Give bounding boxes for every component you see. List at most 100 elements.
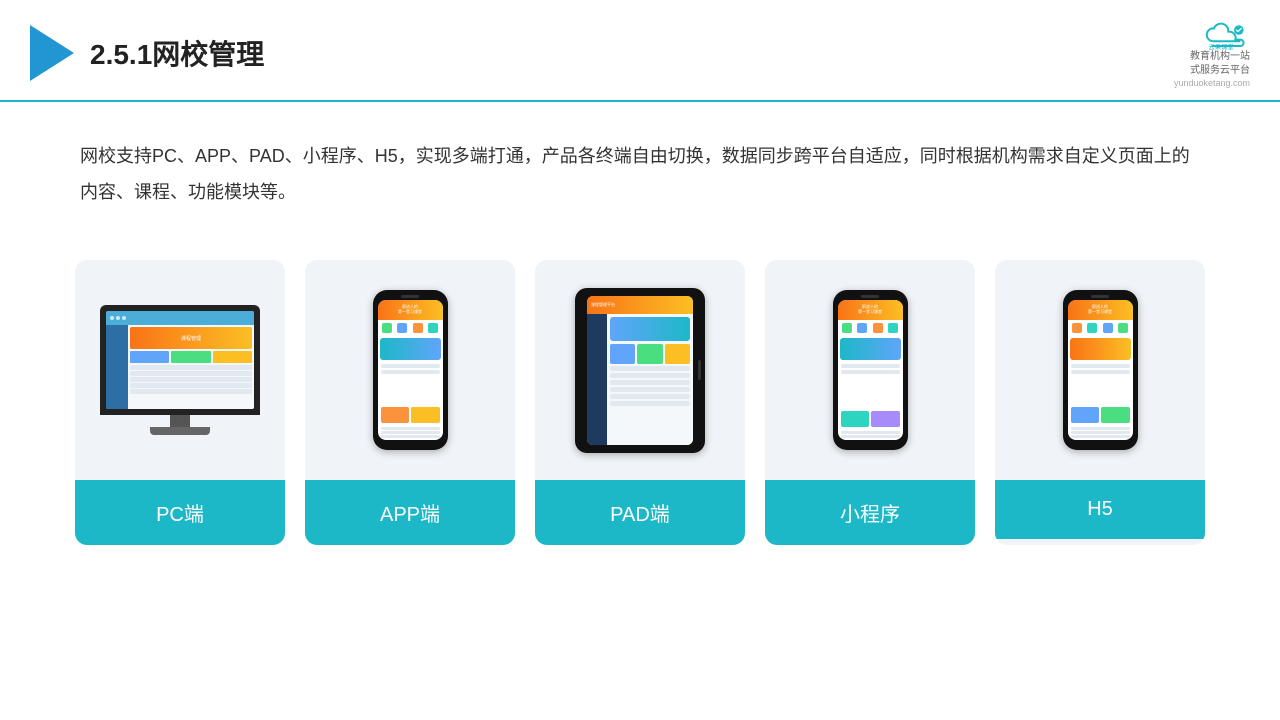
miniprogram-icons-row [838, 320, 903, 336]
mini-text-row-1 [841, 364, 900, 368]
pc-row-4 [130, 383, 252, 388]
tablet-screen: 课程管理平台 [587, 296, 693, 445]
tablet-rows [610, 366, 690, 406]
tablet-grid-1 [610, 344, 635, 364]
pc-stand-base [150, 427, 210, 435]
h5-text-row-1 [1071, 364, 1130, 368]
tablet-row-6 [610, 401, 690, 406]
app-icon-3 [413, 323, 423, 333]
pc-card-green [171, 351, 210, 363]
card-pc: 课程管理 [75, 260, 285, 545]
card-pad: 课程管理平台 [535, 260, 745, 545]
h5-screen-header-text: 职进人的第一堂习课堂 [1087, 304, 1113, 316]
mini-bottom-row-1 [841, 431, 900, 434]
app-phone-cards [378, 405, 443, 425]
pc-main: 课程管理 [128, 325, 254, 409]
app-card-2 [411, 407, 440, 423]
tablet-grid [610, 344, 690, 364]
h5-phone-bottom [1068, 425, 1133, 440]
mini-icon-1 [842, 323, 852, 333]
tablet-grid-2 [637, 344, 662, 364]
pc-dot-2 [116, 316, 120, 320]
app-text-row-1 [381, 364, 440, 368]
app-icon-4 [428, 323, 438, 333]
pc-dot-3 [122, 316, 126, 320]
device-pc-mockup: 课程管理 [100, 305, 260, 435]
card-app-label: APP端 [305, 480, 515, 545]
brand-logo: 云朵课堂 教育机构一站 式服务云平台 yunduoketang.com [1174, 18, 1250, 88]
pc-row-3 [130, 377, 252, 382]
h5-icons-row [1068, 320, 1133, 336]
device-app-mockup: 职进人的第一堂习课堂 [373, 290, 448, 450]
h5-bottom-row-1 [1071, 427, 1130, 430]
pc-card-blue [130, 351, 169, 363]
pc-row-1 [130, 365, 252, 370]
logo-triangle-icon [30, 25, 74, 81]
device-tablet-mockup: 课程管理平台 [575, 288, 705, 453]
tablet-row-5 [610, 394, 690, 399]
card-h5-label: H5 [995, 480, 1205, 539]
app-card-1 [381, 407, 410, 423]
svg-text:云朵课堂: 云朵课堂 [1208, 42, 1234, 50]
tablet-body [587, 314, 693, 445]
tablet-main [607, 314, 693, 445]
card-h5: 职进人的第一堂习课堂 [995, 260, 1205, 545]
card-h5-image: 职进人的第一堂习课堂 [995, 260, 1205, 480]
mini-card-1 [841, 411, 870, 427]
h5-bottom-row-3 [1071, 435, 1130, 438]
miniprogram-header-text: 职进人的第一堂习课堂 [857, 304, 883, 316]
h5-bottom-row-2 [1071, 431, 1130, 434]
app-screen-header: 职进人的第一堂习课堂 [378, 300, 443, 320]
h5-text-row-2 [1071, 370, 1130, 374]
app-bottom-row-2 [381, 431, 440, 434]
h5-phone-screen: 职进人的第一堂习课堂 [1068, 300, 1133, 440]
app-screen-header-text: 职进人的第一堂习课堂 [397, 304, 423, 316]
tablet-header-text: 课程管理平台 [591, 302, 615, 308]
pc-screen: 课程管理 [106, 311, 254, 409]
brand-tagline: 教育机构一站 式服务云平台 [1190, 50, 1250, 78]
tablet-header: 课程管理平台 [587, 296, 693, 314]
h5-card-1 [1071, 407, 1100, 423]
h5-icon-4 [1118, 323, 1128, 333]
pc-sidebar [106, 325, 128, 409]
device-miniprogram-mockup: 职进人的第一堂习课堂 [833, 290, 908, 450]
brand-logo-icon: 云朵课堂 [1202, 18, 1250, 50]
app-bottom-row-1 [381, 427, 440, 430]
pc-screen-body: 课程管理 [106, 325, 254, 409]
card-app-image: 职进人的第一堂习课堂 [305, 260, 515, 480]
mini-icon-2 [857, 323, 867, 333]
card-pc-label: PC端 [75, 480, 285, 545]
card-miniprogram: 职进人的第一堂习课堂 [765, 260, 975, 545]
app-text-row-2 [381, 370, 440, 374]
app-banner2 [380, 338, 441, 360]
pc-stand-neck [170, 415, 190, 427]
tablet-row-3 [610, 380, 690, 385]
h5-screen-header: 职进人的第一堂习课堂 [1068, 300, 1133, 320]
tablet-banner [610, 317, 690, 341]
h5-icon-3 [1103, 323, 1113, 333]
h5-text-rows [1068, 362, 1133, 405]
pc-card-yellow [213, 351, 252, 363]
pc-monitor: 课程管理 [100, 305, 260, 415]
pc-banner-text: 课程管理 [181, 335, 201, 342]
pc-screen-header [106, 311, 254, 325]
miniprogram-phone-screen: 职进人的第一堂习课堂 [838, 300, 903, 440]
mini-bottom-row-2 [841, 435, 900, 438]
mini-icon-3 [873, 323, 883, 333]
device-h5-mockup: 职进人的第一堂习课堂 [1063, 290, 1138, 450]
tablet-grid-3 [665, 344, 690, 364]
page-title: 2.5.1网校管理 [90, 33, 264, 73]
mini-card-2 [871, 411, 900, 427]
description-text: 网校支持PC、APP、PAD、小程序、H5，实现多端打通，产品各终端自由切换，数… [0, 102, 1280, 230]
tablet-row-2 [610, 373, 690, 378]
app-bottom-row-3 [381, 435, 440, 438]
mini-banner2 [840, 338, 901, 360]
tablet-sidebar [587, 314, 607, 445]
miniprogram-screen-header: 职进人的第一堂习课堂 [838, 300, 903, 320]
mini-text-row-2 [841, 370, 900, 374]
pc-dot-1 [110, 316, 114, 320]
header-left: 2.5.1网校管理 [30, 25, 264, 81]
page-header: 2.5.1网校管理 云朵课堂 教育机构一站 式服务云平台 yunduoketan… [0, 0, 1280, 102]
header-right: 云朵课堂 教育机构一站 式服务云平台 yunduoketang.com [1174, 18, 1250, 88]
pc-rows [130, 365, 252, 394]
